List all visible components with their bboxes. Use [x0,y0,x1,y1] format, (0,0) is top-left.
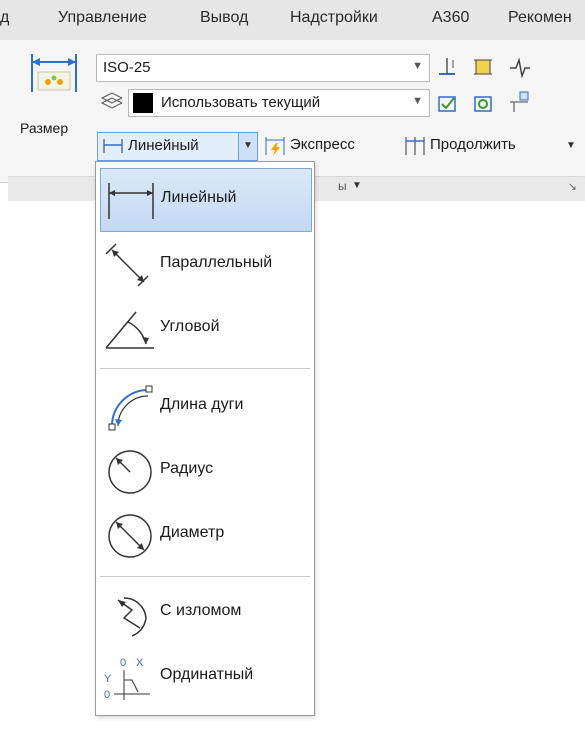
menu-item-label: Диаметр [160,524,225,541]
chevron-down-icon: ▼ [352,180,362,191]
check-dim-icon[interactable] [436,92,458,114]
tab-addins[interactable]: Надстройки [290,9,378,27]
quick-dim-icon [265,137,285,156]
menu-item-arc-length[interactable]: Длина дуги [100,376,310,438]
menu-item-label: Радиус [160,460,214,477]
radius-icon [108,450,152,494]
tab-partial-left[interactable]: д [0,9,9,27]
linear-split-dropdown-arrow[interactable]: ▼ [238,132,258,161]
ordinate-x-label: X [136,657,144,669]
diameter-icon [108,514,152,558]
layer-color-swatch [133,93,153,113]
dim-style-value: ISO-25 [103,59,151,76]
tab-manage[interactable]: Управление [58,9,147,27]
menu-item-aligned[interactable]: Параллельный [100,234,310,296]
linear-split-label: Линейный [128,137,199,154]
dialog-launcher-icon[interactable]: ↘ [568,180,577,193]
tab-featured[interactable]: Рекомен [508,9,572,27]
menu-item-linear[interactable]: Линейный [100,168,312,232]
chevron-down-icon: ▼ [412,95,423,107]
angular-dim-icon [105,311,154,349]
aligned-dim-icon [105,243,149,287]
jog-line-icon[interactable] [508,56,530,78]
menu-item-ordinate[interactable]: 0 X Y 0 Ординатный [100,646,310,708]
dim-break-icon[interactable] [436,56,458,78]
menu-item-angular[interactable]: Угловой [100,298,310,360]
continue-dim-button[interactable]: Продолжить [430,136,516,162]
menu-separator [100,368,310,369]
tab-output[interactable]: Вывод [200,9,248,27]
menu-item-label: Параллельный [160,254,273,271]
chevron-down-icon: ▼ [412,60,423,72]
update-dim-icon[interactable] [472,92,494,114]
dim-layer-value: Использовать текущий [161,94,321,111]
dim-space-icon[interactable] [472,56,494,78]
dimension-button-label: Размер [20,120,69,136]
quick-dim-button[interactable]: Экспресс [290,136,355,162]
tab-a360[interactable]: A360 [432,9,469,27]
continue-dim-icon [405,137,425,155]
dimension-large-icon [31,54,77,92]
dim-layer-select[interactable]: Использовать текущий ▼ [128,89,430,117]
menu-item-diameter[interactable]: Диаметр [100,504,310,566]
chevron-down-icon: ▼ [243,140,253,151]
layer-stack-icon [100,92,122,109]
ordinate-zero-top: 0 [120,657,126,669]
menu-item-label: С изломом [160,602,242,619]
ribbon-tab-bar: д Управление Вывод Надстройки A360 Реком… [0,0,585,40]
oblique-dim-icon[interactable] [508,90,530,112]
menu-item-jogged[interactable]: С изломом [100,582,310,644]
chevron-down-icon[interactable]: ▼ [566,140,576,151]
menu-item-label: Угловой [160,318,220,335]
dimension-type-menu: Линейный Параллельный Угловой Длина дуги [95,161,315,716]
dim-style-select[interactable]: ISO-25 ▼ [96,54,430,82]
menu-item-label: Линейный [161,189,237,206]
panel-title-label: ы [338,179,347,193]
menu-item-label: Ординатный [160,666,254,683]
ordinate-zero-left: 0 [104,689,110,701]
arc-length-icon [108,385,153,431]
menu-separator [100,576,310,577]
ordinate-y-label: Y [104,673,112,685]
linear-split-button[interactable]: Линейный [97,132,239,161]
ordinate-icon: 0 X Y 0 [104,657,150,701]
jogged-icon [117,597,147,637]
linear-dim-icon [108,183,154,219]
dimension-button[interactable]: Размер [16,52,88,152]
menu-item-label: Длина дуги [160,396,244,413]
menu-item-radius[interactable]: Радиус [100,440,310,502]
linear-dim-icon [103,139,123,153]
